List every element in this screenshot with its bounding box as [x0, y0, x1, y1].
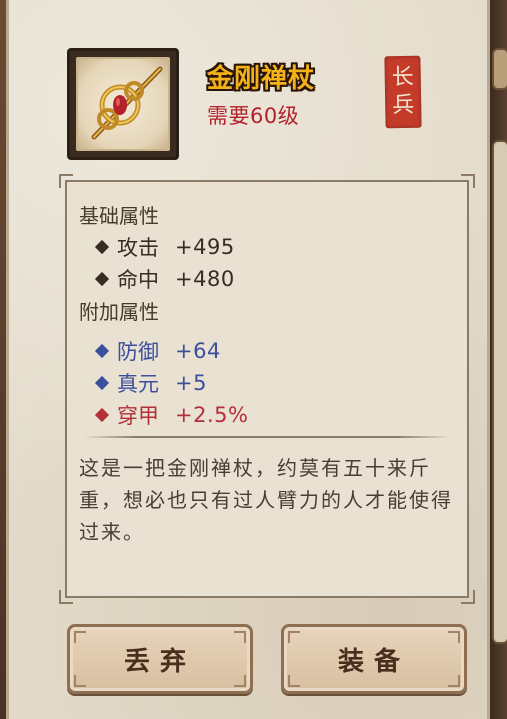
button-corner [448, 675, 460, 687]
diamond-bullet-icon [94, 407, 110, 423]
stat-name: 穿甲 [117, 404, 159, 428]
stat-row-true-essence: 真元 +5 [94, 368, 207, 398]
attributes-box: 基础属性 攻击 +495 命中 +480 附加属性 防御 +64 真元 +5 穿… [59, 174, 475, 604]
stat-row-defense: 防御 +64 [94, 336, 221, 366]
diamond-bullet-icon [94, 239, 110, 255]
item-icon-slot [67, 48, 179, 160]
adjacent-panel-edge [490, 0, 507, 719]
stat-row-attack: 攻击 +495 [94, 232, 235, 262]
scroll-knob[interactable] [492, 48, 507, 90]
section-divider [83, 436, 451, 438]
stat-name: 防御 [117, 340, 159, 364]
weapon-type-char-2: 兵 [392, 92, 415, 119]
item-detail-panel: 金刚禅杖 需要60级 长 兵 基础属性 攻击 +495 命中 +480 附加属性 [6, 0, 490, 719]
scrollbar-track[interactable] [492, 140, 507, 644]
item-detail-window: 金刚禅杖 需要60级 长 兵 基础属性 攻击 +495 命中 +480 附加属性 [0, 0, 507, 719]
stat-value: +64 [175, 339, 221, 363]
extra-attributes-title: 附加属性 [79, 300, 159, 324]
equip-button[interactable]: 装备 [281, 624, 467, 694]
button-corner [448, 631, 460, 643]
stat-row-accuracy: 命中 +480 [94, 264, 235, 294]
golden-staff-icon [91, 66, 163, 140]
diamond-bullet-icon [94, 375, 110, 391]
stat-value: +480 [175, 267, 235, 291]
diamond-bullet-icon [94, 271, 110, 287]
corner-ornament [461, 590, 475, 604]
discard-button[interactable]: 丢弃 [67, 624, 253, 694]
stat-value: +495 [175, 235, 235, 259]
stat-row-armor-pierce: 穿甲 +2.5% [94, 400, 249, 430]
stat-name: 攻击 [117, 236, 159, 260]
button-corner [234, 675, 246, 687]
equip-button-label: 装备 [337, 646, 410, 677]
item-level-requirement: 需要60级 [207, 104, 300, 128]
item-description: 这是一把金刚禅杖，约莫有五十来斤重，想必也只有过人臂力的人才能使得过来。 [79, 456, 453, 544]
stat-name: 命中 [117, 268, 159, 292]
weapon-type-char-1: 长 [391, 64, 414, 91]
button-corner [74, 631, 86, 643]
stat-name: 真元 [117, 372, 159, 396]
item-icon-frame [76, 57, 170, 151]
button-corner [288, 675, 300, 687]
corner-ornament [59, 174, 73, 188]
base-attributes-title: 基础属性 [79, 204, 159, 228]
weapon-type-seal: 长 兵 [384, 55, 422, 129]
button-corner [74, 675, 86, 687]
button-corner [288, 631, 300, 643]
corner-ornament [461, 174, 475, 188]
stat-value: +2.5% [175, 403, 249, 427]
corner-ornament [59, 590, 73, 604]
item-name: 金刚禅杖 [207, 64, 316, 94]
discard-button-label: 丢弃 [123, 646, 196, 677]
stat-value: +5 [175, 371, 207, 395]
button-corner [234, 631, 246, 643]
diamond-bullet-icon [94, 343, 110, 359]
